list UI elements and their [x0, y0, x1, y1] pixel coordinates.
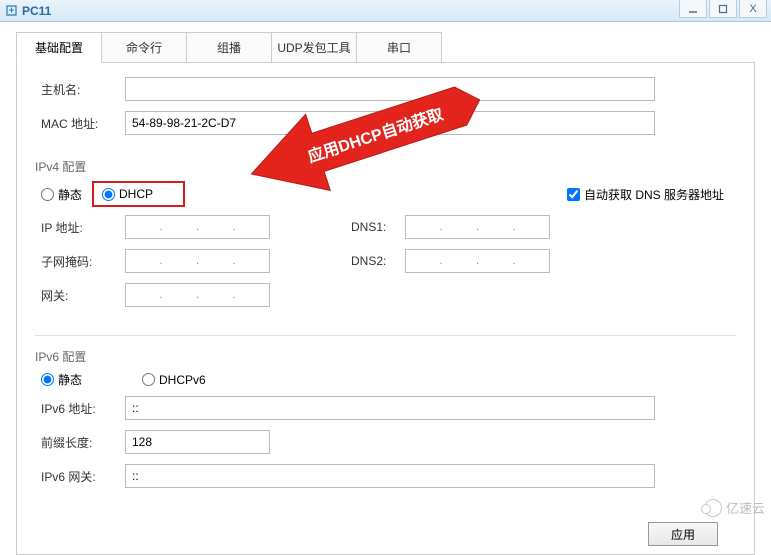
apply-row: 应用 [35, 516, 736, 546]
auto-dns-label: 自动获取 DNS 服务器地址 [584, 186, 724, 203]
gw-label: 网关: [35, 287, 125, 304]
ipv4-dhcp-radio[interactable]: DHCP [102, 187, 153, 201]
dns1-label: DNS1: [345, 220, 405, 234]
ipv6-static-label: 静态 [58, 371, 82, 388]
ip-label: IP 地址: [35, 219, 125, 236]
ipv6-gw-label: IPv6 网关: [35, 468, 125, 485]
ipv4-dhcp-label: DHCP [119, 187, 153, 201]
watermark-icon [704, 499, 722, 517]
window-controls: X [679, 0, 767, 18]
ipv6-prefix-input[interactable] [125, 430, 270, 454]
ipv4-title: IPv4 配置 [35, 158, 724, 175]
host-row: 主机名: [35, 77, 736, 101]
ipv6-section: IPv6 配置 静态 DHCPv6 IPv6 地址: 前缀长度: IPv6 网关… [35, 335, 736, 508]
auto-dns-checkbox-input[interactable] [567, 188, 580, 201]
config-panel: 主机名: MAC 地址: IPv4 配置 静态 DHCP [16, 63, 755, 555]
mac-row: MAC 地址: [35, 111, 736, 135]
ipv6-addr-input[interactable] [125, 396, 655, 420]
tab-bar: 基础配置 命令行 组播 UDP发包工具 串口 [16, 32, 755, 63]
gw-input[interactable]: ... [125, 283, 270, 307]
ipv4-fields: IP 地址: ... 子网掩码: ... 网关: ... DNS1: ... D… [35, 215, 724, 317]
host-label: 主机名: [35, 81, 125, 98]
apply-button[interactable]: 应用 [648, 522, 718, 546]
mac-input[interactable] [125, 111, 655, 135]
ipv6-static-radio-input[interactable] [41, 373, 54, 386]
maximize-button[interactable] [709, 0, 737, 18]
tab-cmd[interactable]: 命令行 [101, 32, 187, 62]
auto-dns-checkbox[interactable]: 自动获取 DNS 服务器地址 [567, 186, 724, 203]
dns1-input[interactable]: ... [405, 215, 550, 239]
ipv6-dhcpv6-radio-input[interactable] [142, 373, 155, 386]
tab-udp[interactable]: UDP发包工具 [271, 32, 357, 62]
ipv6-dhcpv6-radio[interactable]: DHCPv6 [142, 373, 206, 387]
ipv6-prefix-label: 前缀长度: [35, 434, 125, 451]
content-area: 基础配置 命令行 组播 UDP发包工具 串口 主机名: MAC 地址: IPv4… [0, 22, 771, 555]
app-icon [4, 4, 18, 18]
ipv4-static-radio-input[interactable] [41, 188, 54, 201]
dns2-input[interactable]: ... [405, 249, 550, 273]
minimize-button[interactable] [679, 0, 707, 18]
tab-basic[interactable]: 基础配置 [16, 32, 102, 63]
ipv4-dhcp-radio-input[interactable] [102, 188, 115, 201]
tab-serial[interactable]: 串口 [356, 32, 442, 62]
ipv4-mode-row: 静态 DHCP 自动获取 DNS 服务器地址 [35, 181, 724, 207]
close-button[interactable]: X [739, 0, 767, 18]
ipv4-section: IPv4 配置 静态 DHCP 自动获取 DNS 服务器地址 [35, 145, 736, 327]
ipv6-gw-input[interactable] [125, 464, 655, 488]
ip-input[interactable]: ... [125, 215, 270, 239]
ipv4-static-radio[interactable]: 静态 [41, 186, 82, 203]
tab-multicast[interactable]: 组播 [186, 32, 272, 62]
ipv4-static-label: 静态 [58, 186, 82, 203]
ipv6-static-radio[interactable]: 静态 [41, 371, 82, 388]
mac-label: MAC 地址: [35, 115, 125, 132]
ipv6-dhcpv6-label: DHCPv6 [159, 373, 206, 387]
window-title: PC11 [22, 4, 51, 18]
mask-label: 子网掩码: [35, 253, 125, 270]
watermark: 亿速云 [704, 498, 765, 517]
dhcp-highlight-box: DHCP [92, 181, 185, 207]
ipv6-title: IPv6 配置 [35, 348, 724, 365]
dns2-label: DNS2: [345, 254, 405, 268]
mask-input[interactable]: ... [125, 249, 270, 273]
title-bar: PC11 X [0, 0, 771, 22]
ipv6-addr-label: IPv6 地址: [35, 400, 125, 417]
ipv6-mode-row: 静态 DHCPv6 [35, 371, 724, 388]
watermark-text: 亿速云 [726, 498, 765, 517]
host-input[interactable] [125, 77, 655, 101]
